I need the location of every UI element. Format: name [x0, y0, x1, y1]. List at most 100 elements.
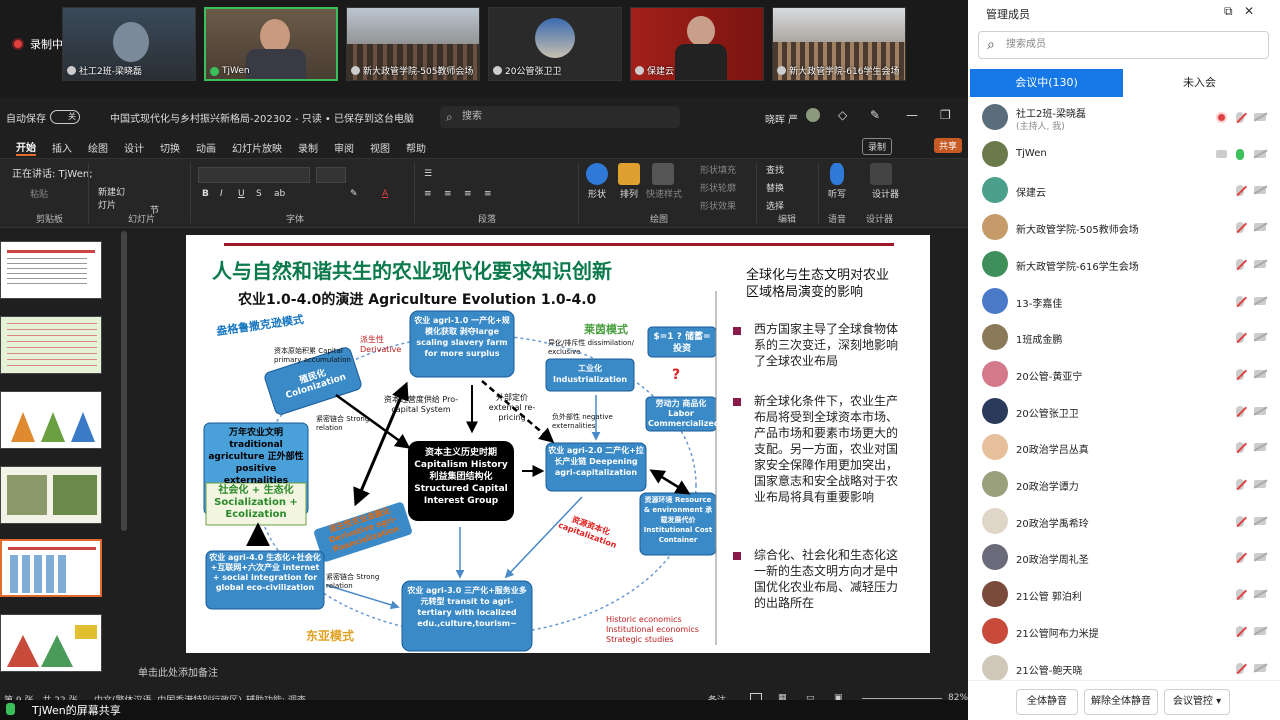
- slide-thumbnail[interactable]: [0, 466, 102, 524]
- font-color-button[interactable]: A: [382, 189, 388, 199]
- mic-muted-icon[interactable]: [1236, 552, 1244, 564]
- mic-muted-icon[interactable]: [1236, 185, 1244, 197]
- tab-home[interactable]: 开始: [16, 139, 36, 156]
- camera-off-icon[interactable]: [1254, 406, 1266, 415]
- camera-off-icon[interactable]: [1254, 333, 1266, 342]
- mic-muted-icon[interactable]: [1236, 479, 1244, 490]
- camera-off-icon[interactable]: [1254, 296, 1266, 305]
- autosave[interactable]: 自动保存 关: [6, 110, 80, 125]
- shape-outline-button[interactable]: 形状轮廓: [700, 181, 736, 194]
- spacing-button[interactable]: ab: [274, 189, 285, 199]
- video-tile-active[interactable]: TjWen: [204, 7, 338, 81]
- search-input[interactable]: 搜索: [440, 106, 681, 128]
- mic-muted-icon[interactable]: [1236, 222, 1244, 234]
- align-center-icon[interactable]: ≡: [444, 189, 452, 199]
- justify-icon[interactable]: ≡: [484, 189, 492, 199]
- mute-all-button[interactable]: 全体静音: [1016, 689, 1078, 715]
- slide-thumbnail[interactable]: [0, 241, 102, 299]
- designer-icon[interactable]: [870, 163, 892, 185]
- strikethrough-button[interactable]: S: [256, 189, 262, 199]
- member-row[interactable]: 20政治学禹希玲: [968, 503, 1280, 539]
- member-row[interactable]: 20政治学周礼圣: [968, 539, 1280, 575]
- slide-thumbnail[interactable]: [0, 614, 102, 672]
- camera-off-icon[interactable]: [1254, 369, 1266, 378]
- camera-off-icon[interactable]: [1254, 223, 1266, 232]
- italic-button[interactable]: I: [220, 189, 223, 199]
- slide-canvas[interactable]: 人与自然和谐共生的农业现代化要求知识创新 农业1.0-4.0的演进 Agricu…: [186, 235, 930, 653]
- bullets-icon[interactable]: ☰: [424, 169, 432, 179]
- meeting-controls-button[interactable]: 会议管控 ▾: [1164, 689, 1230, 715]
- member-row[interactable]: 21公管 郭泊利: [968, 576, 1280, 612]
- user-name[interactable]: 晓晖 严: [765, 111, 798, 126]
- tab-slideshow[interactable]: 幻灯片放映: [232, 140, 282, 155]
- camera-off-icon[interactable]: [1254, 186, 1266, 195]
- tab-draw[interactable]: 绘图: [88, 140, 108, 155]
- dictate-button[interactable]: 听写: [828, 187, 846, 200]
- autosave-toggle[interactable]: 关: [50, 110, 80, 124]
- minimize-icon[interactable]: —: [906, 108, 918, 122]
- close-icon[interactable]: ✕: [1244, 4, 1254, 18]
- replace-button[interactable]: 替换: [766, 181, 784, 194]
- shape-fill-button[interactable]: 形状填充: [700, 163, 736, 176]
- microphone-icon[interactable]: [830, 163, 844, 185]
- record-button[interactable]: 录制: [862, 138, 893, 155]
- select-button[interactable]: 选择: [766, 199, 784, 212]
- mic-on-icon[interactable]: [1236, 148, 1244, 160]
- pen-icon[interactable]: ✎: [870, 108, 880, 122]
- mic-muted-icon[interactable]: [1236, 662, 1244, 674]
- mic-muted-icon[interactable]: [1236, 625, 1244, 637]
- camera-off-icon[interactable]: [1254, 553, 1266, 562]
- paste-button[interactable]: 粘贴: [30, 187, 48, 200]
- member-row[interactable]: 20政治学吕丛真: [968, 429, 1280, 465]
- member-row[interactable]: 21公管-鲍天晓: [968, 650, 1280, 680]
- notes-input[interactable]: 单击此处添加备注: [138, 664, 218, 679]
- member-row[interactable]: 13-李嘉佳: [968, 283, 1280, 319]
- thumbnail-scrollbar[interactable]: [121, 231, 127, 531]
- video-tile[interactable]: 新大政管学院-616学生会场: [772, 7, 906, 81]
- shape-button[interactable]: 形状: [588, 187, 606, 200]
- recording-indicator[interactable]: 录制中: [12, 36, 63, 52]
- find-button[interactable]: 查找: [766, 163, 784, 176]
- shape-icon[interactable]: [586, 163, 608, 185]
- tab-in-meeting[interactable]: 会议中(130): [970, 69, 1123, 97]
- shape-effect-button[interactable]: 形状效果: [700, 199, 736, 212]
- tab-view[interactable]: 视图: [370, 140, 390, 155]
- mic-muted-icon[interactable]: [1236, 258, 1244, 270]
- member-row[interactable]: 20公管-黄亚宁: [968, 356, 1280, 392]
- camera-off-icon[interactable]: [1254, 516, 1266, 525]
- video-tile[interactable]: 保建云: [630, 7, 764, 81]
- camera-off-icon[interactable]: [1254, 113, 1266, 121]
- tab-insert[interactable]: 插入: [52, 140, 72, 155]
- member-row[interactable]: 20公管张卫卫: [968, 393, 1280, 429]
- bold-button[interactable]: B: [202, 189, 209, 199]
- slide-thumbnail[interactable]: [0, 391, 102, 449]
- mic-muted-icon[interactable]: [1236, 589, 1244, 601]
- mic-muted-icon[interactable]: [1236, 405, 1244, 417]
- mic-muted-icon[interactable]: [1236, 368, 1244, 380]
- member-row[interactable]: 21公管阿布力米提: [968, 613, 1280, 649]
- tab-design[interactable]: 设计: [124, 140, 144, 155]
- restore-icon[interactable]: ❐: [940, 108, 951, 122]
- underline-button[interactable]: U: [238, 189, 245, 199]
- new-slide-button[interactable]: 新建幻灯片: [98, 185, 128, 211]
- quick-styles-button[interactable]: 快速样式: [646, 187, 682, 200]
- member-row[interactable]: 20政治学谭力: [968, 466, 1280, 502]
- mic-muted-icon[interactable]: [1236, 332, 1244, 344]
- align-right-icon[interactable]: ≡: [464, 189, 472, 199]
- font-size-select[interactable]: [316, 167, 346, 183]
- tab-animations[interactable]: 动画: [196, 140, 216, 155]
- highlight-icon[interactable]: ✎: [350, 189, 358, 199]
- document-title[interactable]: 中国式现代化与乡村振兴新格局-202302 - 只读 • 已保存到这台电脑: [110, 110, 414, 125]
- user-avatar[interactable]: [806, 108, 820, 122]
- designer-button[interactable]: 设计器: [872, 187, 899, 200]
- member-row[interactable]: TjWen: [968, 136, 1280, 172]
- camera-off-icon[interactable]: [1254, 590, 1266, 599]
- member-row[interactable]: 新大政管学院-616学生会场: [968, 246, 1280, 282]
- mic-muted-icon[interactable]: [1236, 515, 1244, 527]
- mic-muted-icon[interactable]: [1236, 442, 1244, 454]
- member-row[interactable]: 新大政管学院-505教师会场: [968, 209, 1280, 245]
- share-button[interactable]: 共享: [934, 138, 963, 153]
- tab-transitions[interactable]: 切换: [160, 140, 180, 155]
- zoom-slider[interactable]: [862, 698, 942, 699]
- camera-off-icon[interactable]: [1254, 443, 1266, 452]
